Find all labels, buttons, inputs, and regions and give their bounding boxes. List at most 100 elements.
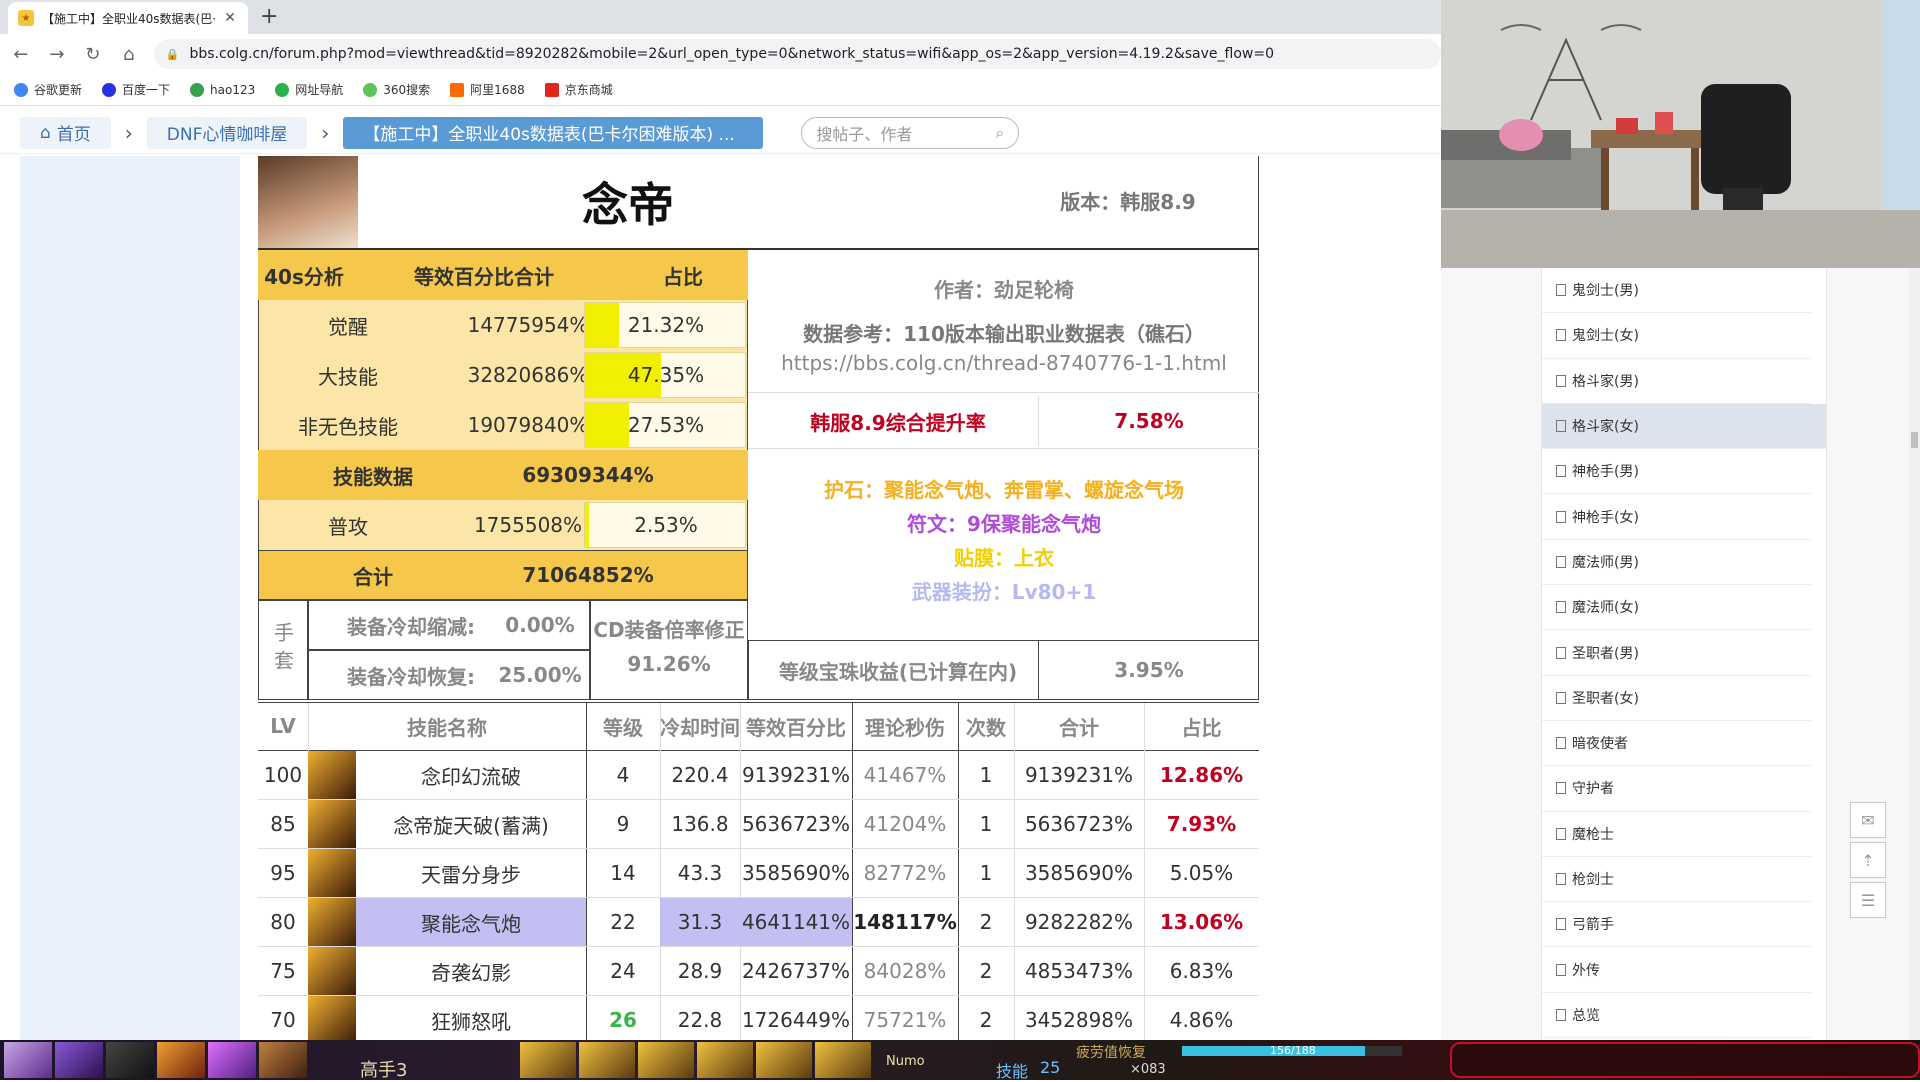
- skill-cell-lv: 75: [258, 947, 308, 996]
- skill-cell-share: 7.93%: [1144, 800, 1259, 849]
- bookmark-item[interactable]: 百度一下: [102, 81, 170, 98]
- sidebar-item[interactable]: 神枪手(女): [1542, 494, 1812, 540]
- sidebar-item[interactable]: 格斗家(男): [1542, 359, 1812, 404]
- home-icon[interactable]: ⌂: [114, 44, 144, 65]
- skill-cell-times: 2: [958, 996, 1014, 1040]
- sidebar-item-label: 格斗家(男): [1572, 373, 1639, 390]
- board-link[interactable]: DNF心情咖啡屋: [146, 116, 308, 149]
- bookmark-item[interactable]: 京东商城: [544, 81, 613, 98]
- address-bar[interactable]: 🔒 bbs.colg.cn/forum.php?mod=viewthread&t…: [153, 39, 1442, 69]
- sidebar-item[interactable]: 格斗家(女): [1542, 403, 1826, 450]
- sidebar-item[interactable]: 鬼剑士(女): [1542, 313, 1812, 359]
- skill-cell-pct: 5636723%: [740, 800, 852, 849]
- skill-cell-cd: 43.3: [660, 849, 740, 898]
- skill-cell-dps: 41204%: [852, 800, 958, 849]
- search-input[interactable]: 搜帖子、作者 ⌕: [801, 116, 1020, 149]
- skill-cell-name: 狂狮怒吼: [356, 996, 586, 1040]
- sidebar-item[interactable]: 圣职者(男): [1542, 630, 1812, 676]
- bookmark-label: 阿里1688: [470, 83, 525, 97]
- skill-cell-times: 2: [958, 898, 1014, 947]
- sidebar-item[interactable]: 魔枪士: [1542, 812, 1812, 857]
- bookmark-label: 360搜索: [383, 83, 431, 97]
- sidebar-item[interactable]: 外传: [1542, 947, 1812, 993]
- document-icon: [1556, 827, 1566, 840]
- skill-cell-name: 念印幻流破: [356, 751, 586, 800]
- sidebar-item-label: 格斗家(女): [1572, 419, 1639, 436]
- bookmark-label: hao123: [210, 82, 256, 97]
- scrollbar-thumb[interactable]: [1911, 432, 1918, 448]
- sidebar-item[interactable]: 鬼剑士(男): [1542, 268, 1812, 314]
- back-to-top-icon[interactable]: ⇡: [1850, 842, 1886, 878]
- reload-icon[interactable]: ↻: [78, 44, 108, 65]
- skill-cell-share: 5.05%: [1144, 849, 1259, 898]
- sidebar-item-label: 外传: [1572, 962, 1600, 979]
- skill-cell-total: 4853473%: [1014, 947, 1144, 996]
- document-icon: [1556, 918, 1566, 931]
- skill-slots-right: [520, 1042, 940, 1078]
- home-label: 首页: [56, 125, 91, 145]
- nav-icon: [275, 82, 290, 97]
- list-icon[interactable]: ☰: [1850, 882, 1886, 918]
- document-icon: [1556, 420, 1566, 433]
- skill-cell-share: 13.06%: [1144, 898, 1259, 947]
- close-tab-icon[interactable]: ✕: [222, 10, 238, 26]
- skill-cell-dps: 82772%: [852, 849, 958, 898]
- stone-label: 护石：聚能念气炮、奔雷掌、螺旋念气场: [824, 477, 1184, 502]
- sidebar-item[interactable]: 守护者: [1542, 766, 1812, 812]
- chevron-right-icon: ›: [321, 120, 330, 145]
- skills-header-lv: LV: [258, 702, 308, 751]
- analysis-row-pct: 27.53%: [627, 413, 705, 437]
- skill-cell-lv: 95: [258, 849, 308, 898]
- sidebar-item[interactable]: 魔法师(男): [1542, 540, 1812, 586]
- sidebar-item[interactable]: 枪剑士: [1542, 857, 1812, 903]
- search-icon[interactable]: ⌕: [995, 123, 1004, 143]
- skill-cell-total: 3452898%: [1014, 996, 1144, 1040]
- document-icon: [1556, 601, 1566, 614]
- sidebar-item[interactable]: 魔法师(女): [1542, 585, 1812, 631]
- analysis-row-name: 大技能: [318, 364, 378, 389]
- cd-mod-value: 91.26%: [627, 652, 711, 676]
- skill-cell-name: 天雷分身步: [356, 849, 586, 898]
- skill-cell-cd: 31.3: [660, 898, 740, 947]
- document-icon: [1556, 374, 1566, 387]
- scrollbar[interactable]: [1909, 268, 1920, 1040]
- document-icon: [1556, 465, 1566, 478]
- sidebar-item-label: 圣职者(男): [1572, 645, 1639, 662]
- back-icon[interactable]: ←: [6, 44, 36, 65]
- bookmark-item[interactable]: hao123: [190, 82, 256, 97]
- comment-icon[interactable]: ✉: [1850, 802, 1886, 838]
- skill-cell-pct: 2426737%: [740, 947, 852, 996]
- skills-header-dps: 理论秒伤: [852, 702, 958, 751]
- skill-cell-level: 14: [586, 849, 660, 898]
- reference-link[interactable]: https://bbs.colg.cn/thread-8740776-1-1.h…: [748, 346, 1260, 380]
- bookmark-item[interactable]: 阿里1688: [450, 81, 525, 98]
- skills-header-cd: 冷却时间: [660, 702, 740, 751]
- skill-cell-total: 9282282%: [1014, 898, 1144, 947]
- skill-slot: [756, 1042, 812, 1078]
- skill-cell-lv: 100: [258, 751, 308, 800]
- tab-title: 【施工中】全职业40s数据表(巴·: [42, 11, 217, 26]
- home-link[interactable]: ⌂ 首页: [20, 116, 111, 149]
- sidebar-item[interactable]: 圣职者(女): [1542, 676, 1812, 721]
- bookmark-item[interactable]: 谷歌更新: [14, 81, 82, 98]
- sidebar-item[interactable]: 弓箭手: [1542, 902, 1812, 948]
- sidebar-item[interactable]: 暗夜使者: [1542, 721, 1812, 767]
- sheet-title: 念帝: [582, 178, 674, 232]
- sidebar-item[interactable]: 神枪手(男): [1542, 449, 1812, 495]
- bookmark-item[interactable]: 网址导航: [275, 81, 343, 98]
- forward-icon[interactable]: →: [42, 44, 72, 65]
- sum-value: 71064852%: [522, 563, 654, 587]
- browser-tab[interactable]: ★ 【施工中】全职业40s数据表(巴· ✕: [8, 2, 248, 34]
- forum-favicon-icon: ★: [18, 10, 34, 26]
- normal-attack-pct: 2.53%: [634, 513, 698, 537]
- analysis-header-1: 40s分析: [258, 250, 350, 300]
- skill-cell-level: 24: [586, 947, 660, 996]
- sidebar-item[interactable]: 总览: [1542, 993, 1812, 1039]
- skill-slot: [157, 1042, 205, 1078]
- thread-link[interactable]: 【施工中】全职业40s数据表(巴卡尔困难版本) ...: [343, 116, 764, 149]
- new-tab-icon[interactable]: +: [260, 4, 278, 29]
- document-icon: [1556, 873, 1566, 885]
- gloves-cdr-value: 0.00%: [505, 613, 575, 637]
- skill-cell-dps: 84028%: [852, 947, 958, 996]
- bookmark-item[interactable]: 360搜索: [363, 81, 430, 98]
